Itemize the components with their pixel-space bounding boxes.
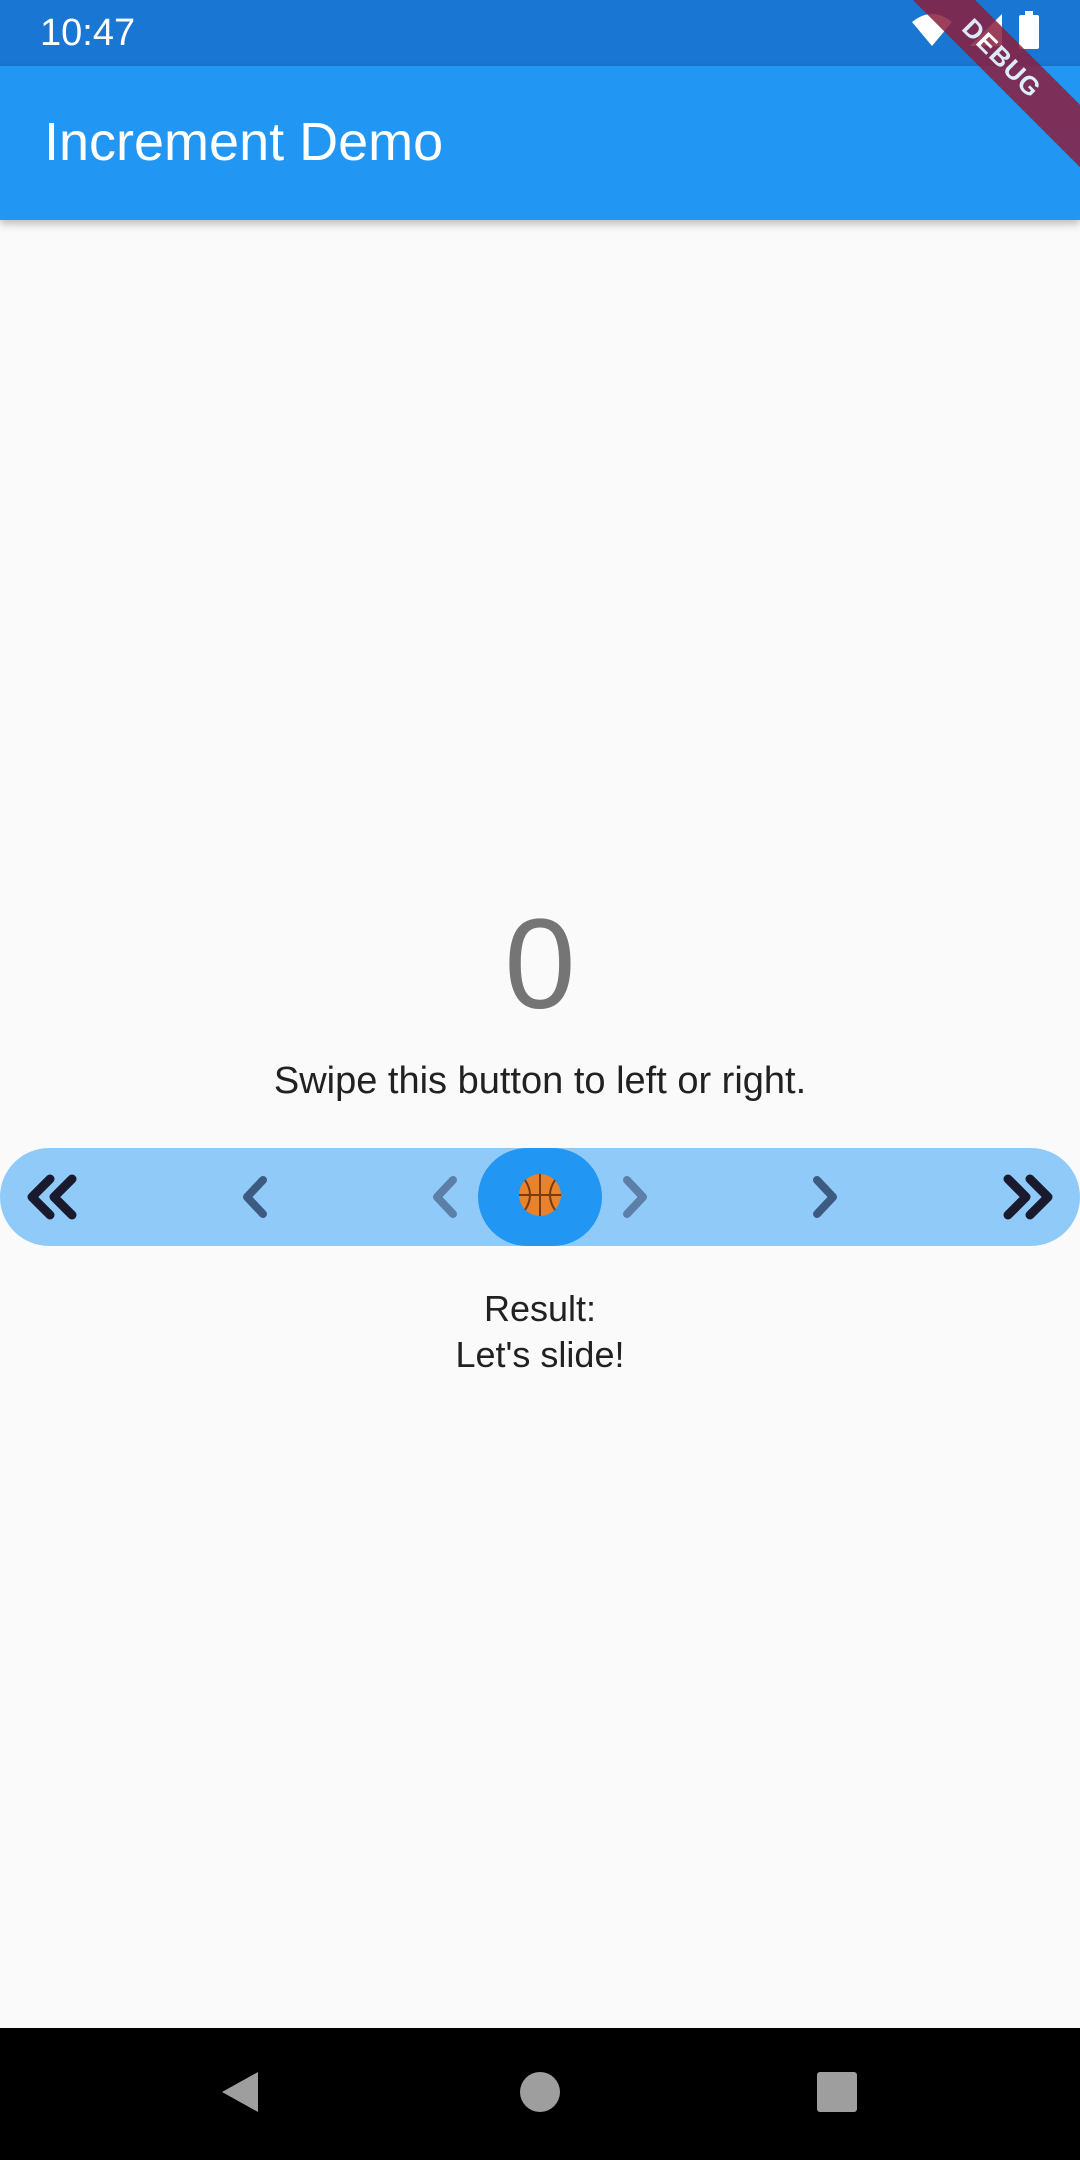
recents-button[interactable] [777,2028,897,2160]
screen: 10:47 DEBUG Increment Demo 0 Swipe this … [0,0,1080,2160]
app-bar: Increment Demo [0,66,1080,220]
basketball-icon [517,1172,563,1223]
swipe-slider[interactable] [0,1148,1080,1246]
result-value: Let's slide! [455,1334,625,1375]
result-label: Result: [483,1288,597,1329]
counter-value: 0 [504,893,576,1036]
status-bar: 10:47 [0,0,1080,66]
chevron-right-faint-icon [614,1148,658,1246]
back-button[interactable] [180,2028,300,2160]
back-icon [218,2068,262,2121]
status-time: 10:47 [40,12,136,54]
recents-icon [816,2071,858,2118]
instruction-text: Swipe this button to left or right. [273,1060,807,1102]
double-chevron-right-icon [996,1148,1060,1246]
home-button[interactable] [480,2028,600,2160]
double-chevron-left-icon [20,1148,84,1246]
chevron-right-icon [804,1148,848,1246]
chevron-left-faint-icon [422,1148,466,1246]
home-icon [519,2071,561,2118]
chevron-left-icon [232,1148,276,1246]
navigation-bar [0,2028,1080,2160]
slider-thumb[interactable] [478,1148,602,1246]
page-title: Increment Demo [44,112,444,172]
